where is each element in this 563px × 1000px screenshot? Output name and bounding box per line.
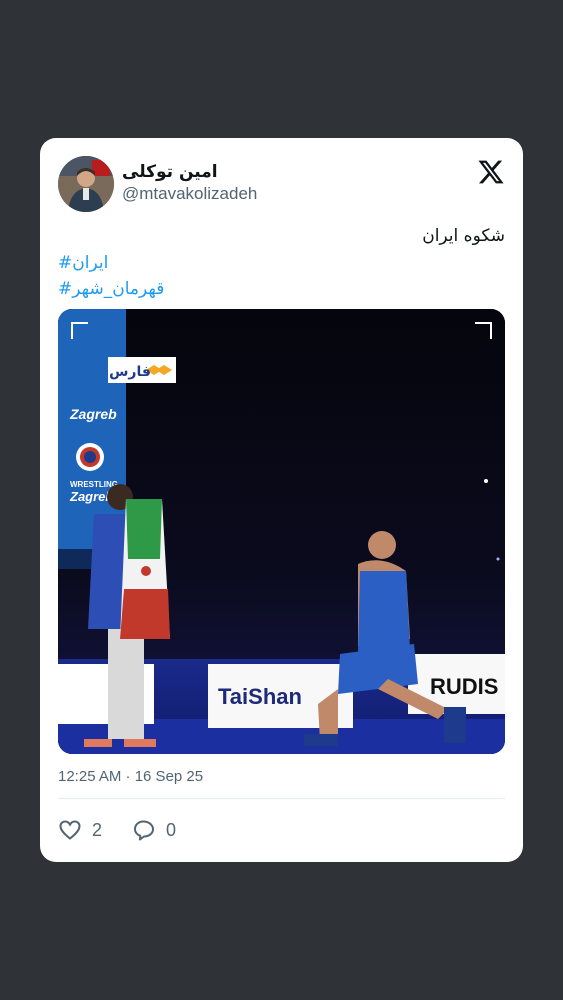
hashtag-link[interactable]: ایران# [58, 253, 108, 273]
wrestling-photo: Zagreb WRESTLING Zagreb فارس TaiShan RUD… [58, 309, 505, 754]
user-handle[interactable]: @mtavakolizadeh [122, 184, 257, 204]
avatar[interactable] [58, 156, 114, 212]
event-label-text: WRESTLING [70, 480, 118, 489]
reply-icon [132, 818, 156, 842]
avatar-image [58, 156, 114, 212]
event-banner-text: Zagreb [69, 406, 117, 422]
watermark-text: فارس [109, 364, 151, 380]
sponsor-banner-text: TaiShan [218, 684, 302, 709]
like-button[interactable]: 2 [58, 818, 102, 842]
tweet-card: امین توکلی @mtavakolizadeh شکوه ایران ای… [40, 138, 523, 862]
divider [58, 798, 505, 799]
heart-icon [58, 818, 82, 842]
event-banner-text-2: Zagreb [69, 489, 113, 504]
tweet-text: شکوه ایران [422, 226, 505, 246]
x-logo-icon[interactable] [477, 158, 505, 186]
reply-count: 0 [166, 819, 177, 840]
hashtag-link[interactable]: قهرمان_شهر# [58, 279, 164, 299]
sponsor-banner-text-2: RUDIS [430, 674, 498, 699]
display-name[interactable]: امین توکلی [122, 162, 218, 182]
like-count: 2 [92, 819, 103, 840]
reply-button[interactable]: 0 [132, 818, 176, 842]
tweet-photo[interactable]: Zagreb WRESTLING Zagreb فارس TaiShan RUD… [58, 309, 505, 754]
tweet-timestamp[interactable]: 12:25 AM · 16 Sep 25 [58, 768, 203, 785]
